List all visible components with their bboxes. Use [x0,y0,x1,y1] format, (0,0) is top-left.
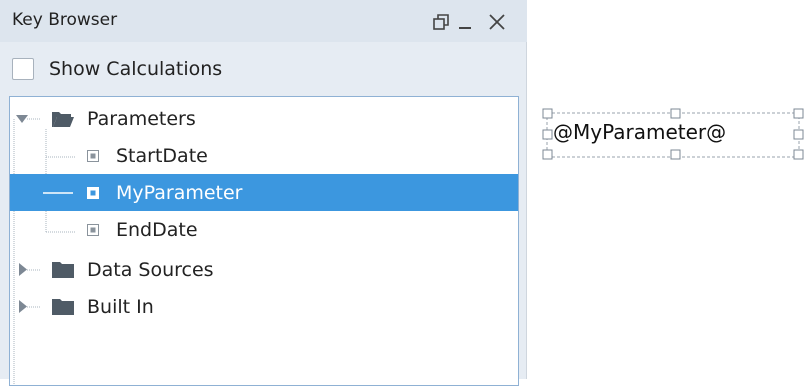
tree-node-label: StartDate [116,144,208,167]
tree-node-data-sources[interactable]: Data Sources [10,251,518,288]
folder-open-icon [52,112,74,127]
show-calculations-label: Show Calculations [49,58,223,80]
close-icon[interactable] [487,12,507,32]
tree-node-label: Parameters [87,107,196,130]
parameter-icon [87,224,99,236]
restore-icon[interactable] [432,12,452,32]
show-calculations-option[interactable]: Show Calculations [12,54,222,84]
key-tree[interactable]: Parameters StartDate MyParameter EndDate… [9,96,519,386]
collapse-arrow-icon[interactable] [18,300,28,313]
tree-node-enddate[interactable]: EndDate [10,211,518,248]
tree-node-startdate[interactable]: StartDate [10,137,518,174]
panel-titlebar[interactable]: Key Browser [0,0,527,42]
tree-node-built-in[interactable]: Built In [10,288,518,325]
parameter-icon [87,187,99,199]
tree-node-label: Built In [87,295,154,318]
tree-node-label: EndDate [116,218,198,241]
parameter-label-component[interactable]: @MyParameter@ [553,120,726,144]
design-canvas[interactable] [528,0,806,379]
parameter-icon [87,150,99,162]
folder-icon [52,262,74,278]
key-browser-panel: Key Browser Show Calculations Parameters… [0,0,527,386]
tree-node-parameters[interactable]: Parameters [10,100,518,137]
show-calculations-checkbox[interactable] [12,58,34,80]
tree-node-myparameter[interactable]: MyParameter [10,174,518,211]
minimize-icon[interactable] [456,12,476,32]
folder-icon [52,299,74,315]
collapse-arrow-icon[interactable] [18,263,28,276]
panel-title: Key Browser [12,10,118,30]
expand-arrow-icon[interactable] [16,114,28,124]
tree-connector [43,192,73,194]
tree-node-label: MyParameter [116,181,243,204]
tree-node-label: Data Sources [87,258,214,281]
